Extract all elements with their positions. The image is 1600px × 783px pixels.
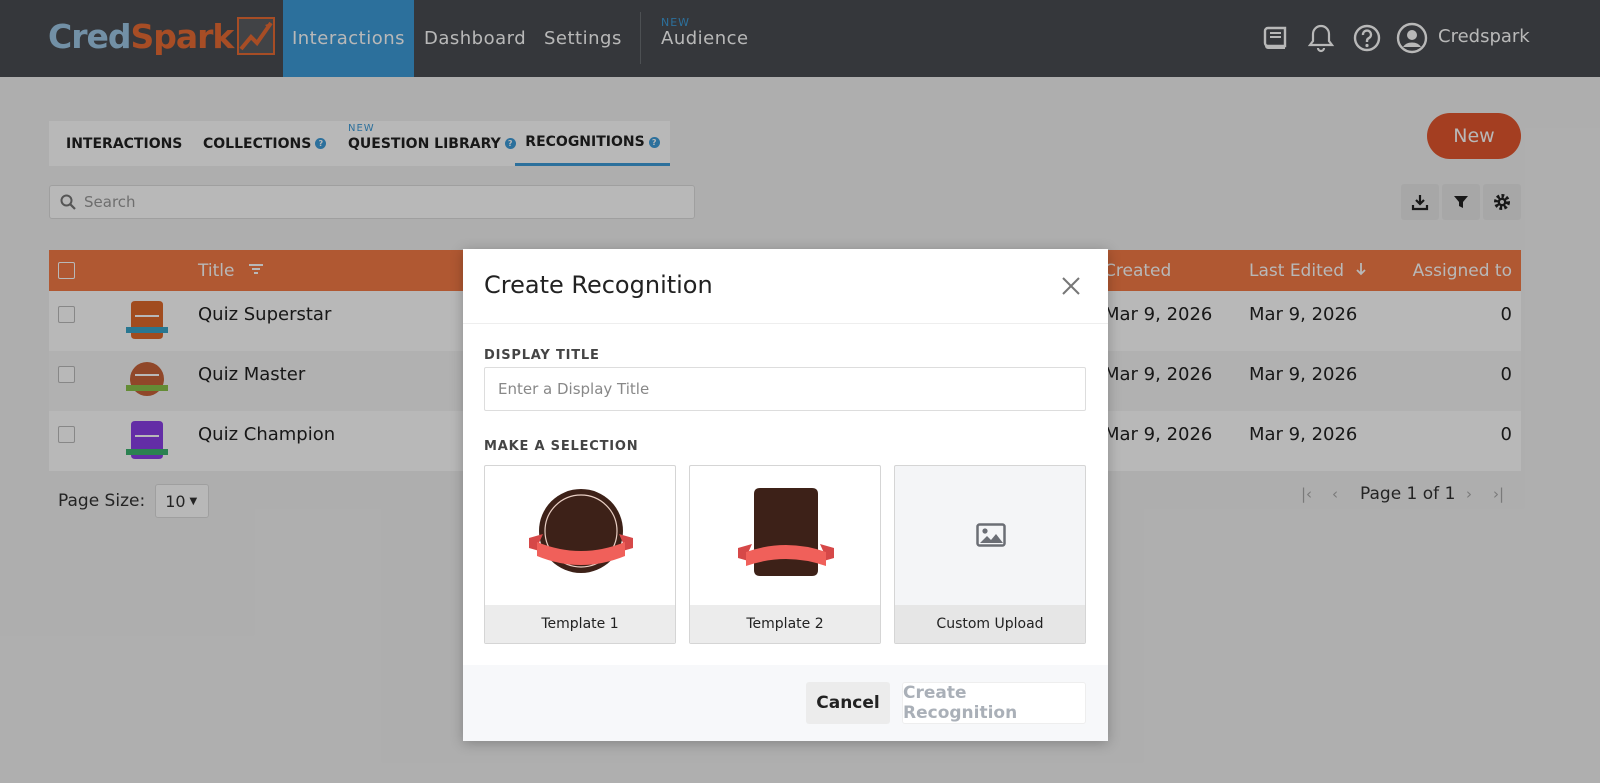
display-title-label: DISPLAY TITLE — [484, 348, 600, 363]
round-badge-icon — [529, 489, 633, 573]
custom-upload-label: Custom Upload — [895, 605, 1085, 643]
template-2-label: Template 2 — [690, 605, 880, 643]
cancel-button[interactable]: Cancel — [806, 682, 890, 724]
nav-overlay — [0, 0, 1600, 77]
template-2-option[interactable]: Template 2 — [689, 465, 881, 644]
modal-title: Create Recognition — [484, 271, 713, 299]
custom-upload-option[interactable]: Custom Upload — [894, 465, 1086, 644]
selection-label: MAKE A SELECTION — [484, 439, 639, 454]
shield-badge-icon — [738, 488, 834, 576]
create-recognition-button[interactable]: Create Recognition — [902, 682, 1086, 724]
modal-footer: Cancel Create Recognition — [463, 665, 1108, 741]
create-recognition-dialog: Create Recognition DISPLAY TITLE Enter a… — [463, 249, 1108, 741]
template-1-option[interactable]: Template 1 — [484, 465, 676, 644]
close-icon[interactable] — [1060, 275, 1082, 297]
image-icon — [976, 523, 1006, 547]
display-title-input[interactable]: Enter a Display Title — [484, 367, 1086, 411]
modal-header: Create Recognition — [463, 249, 1108, 324]
template-1-label: Template 1 — [485, 605, 675, 643]
